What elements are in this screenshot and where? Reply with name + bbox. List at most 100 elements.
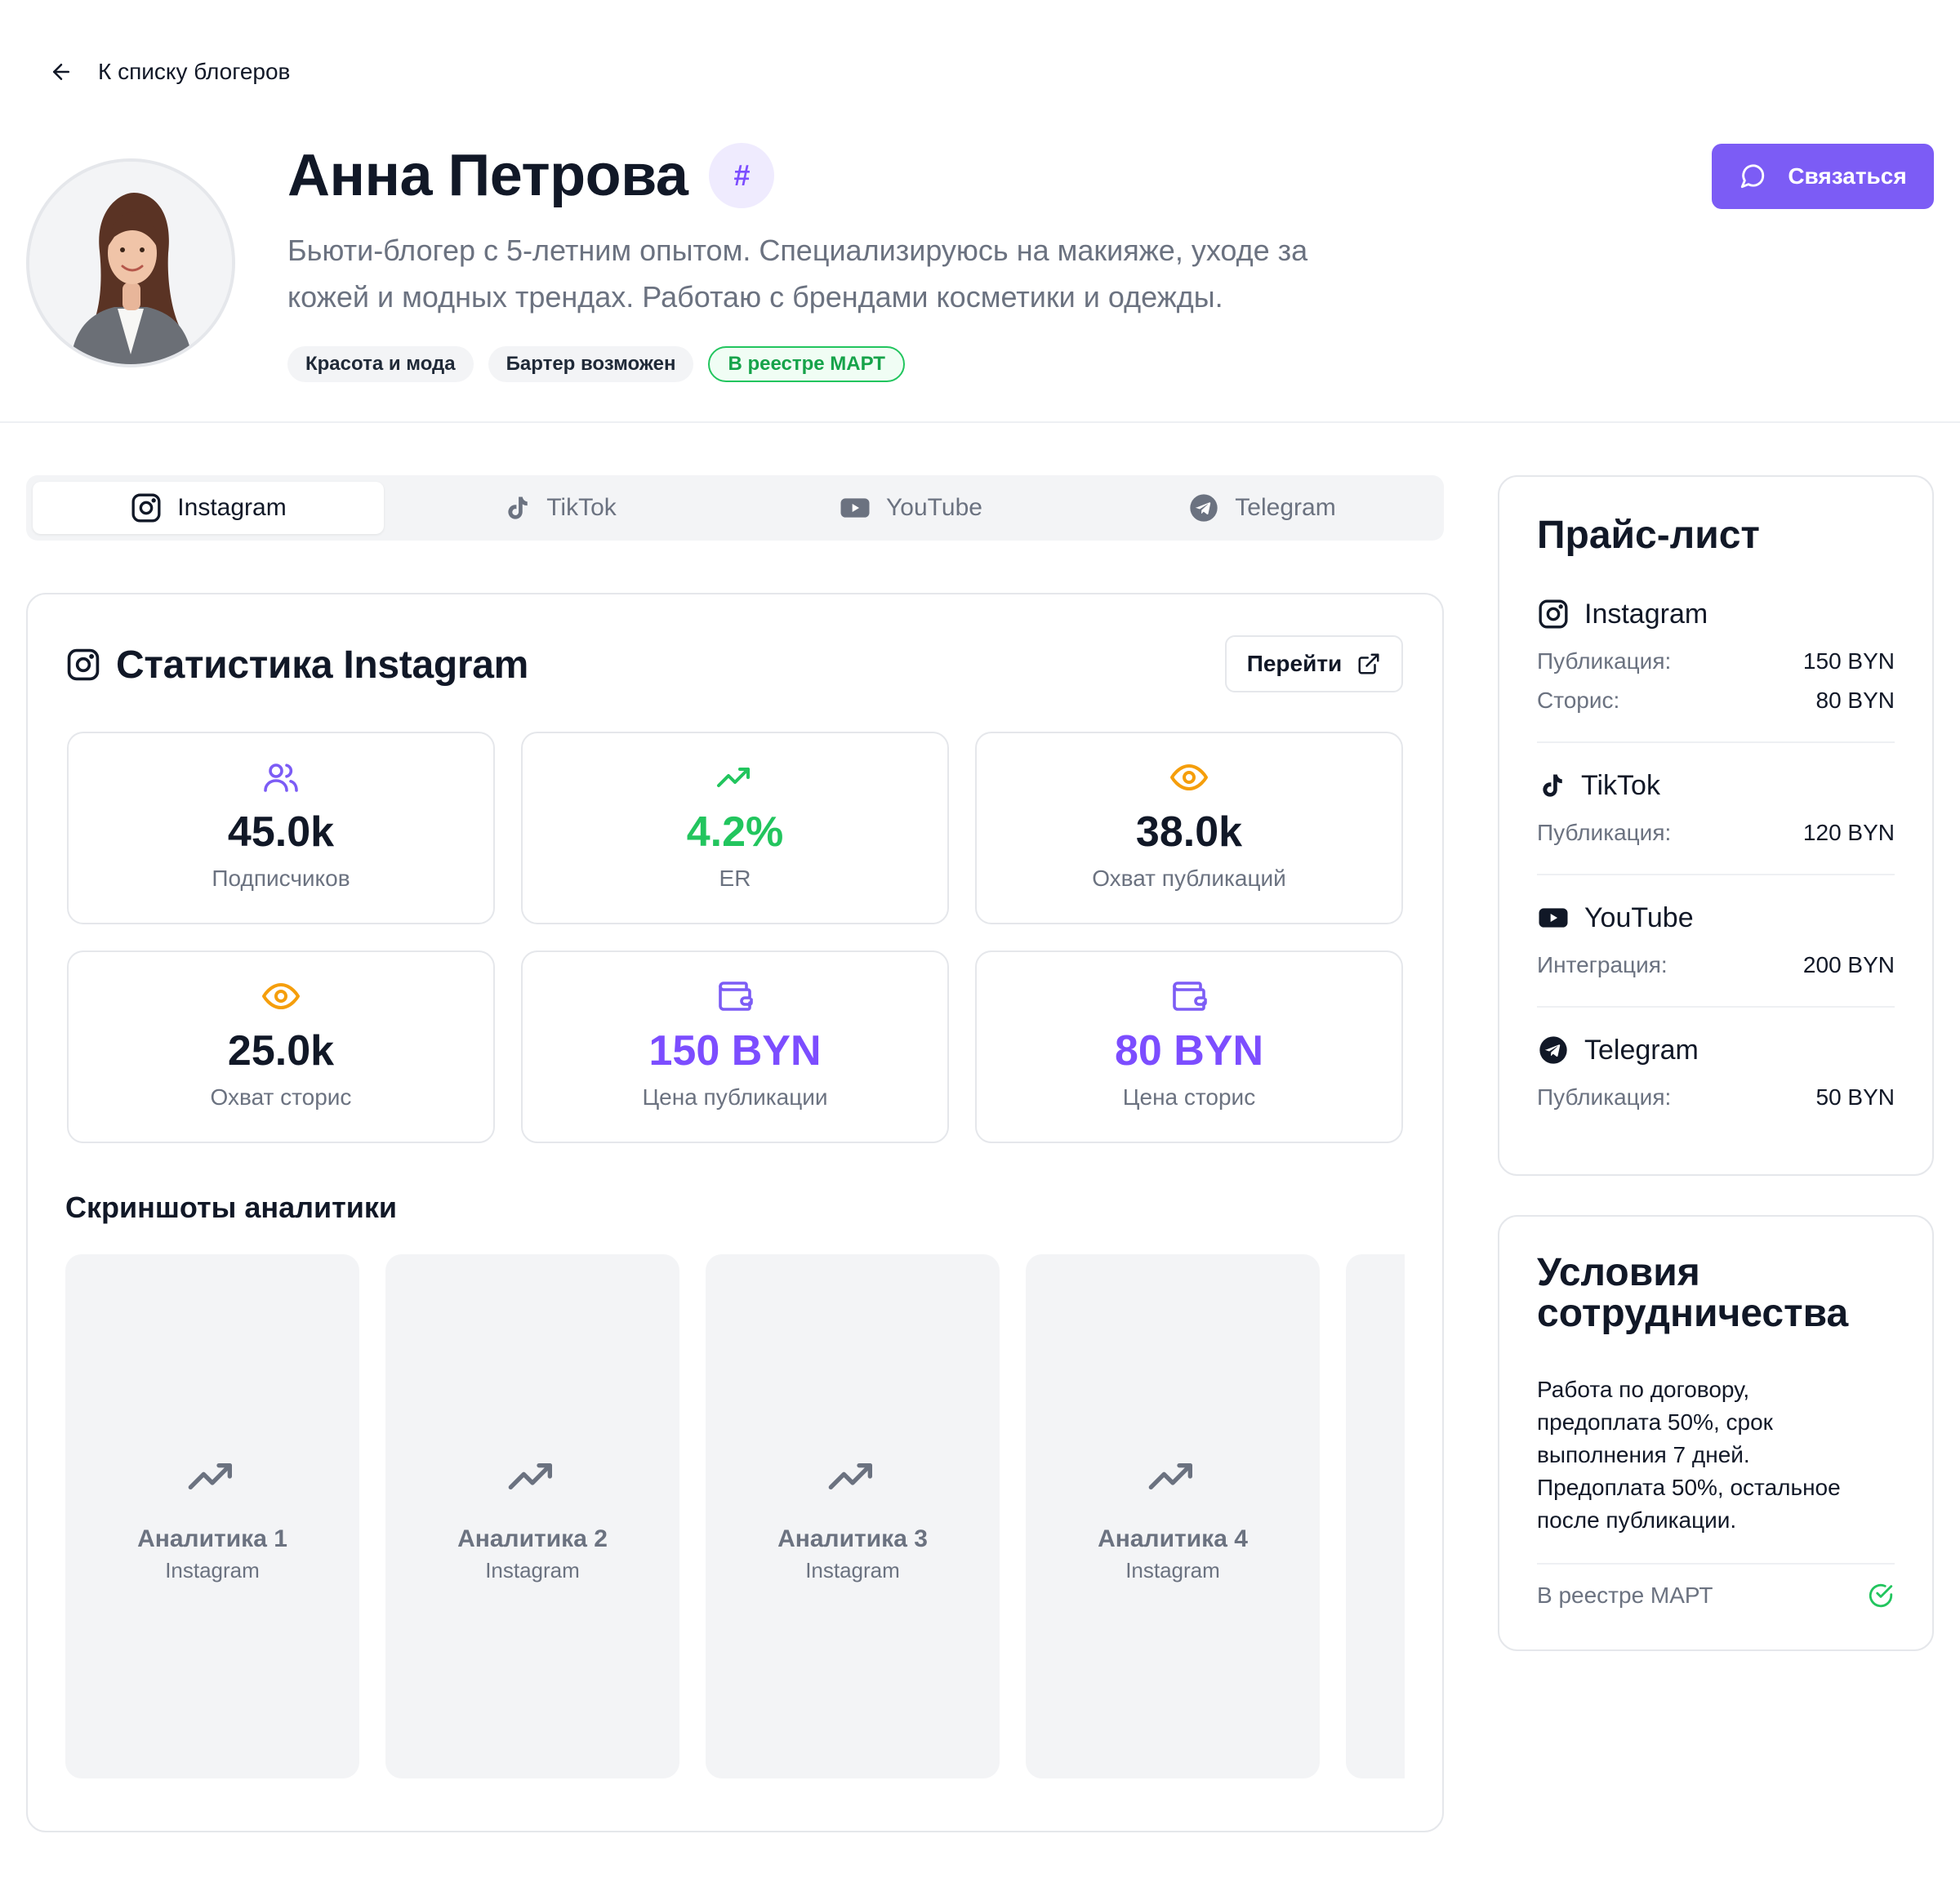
tab-youtube[interactable]: YouTube xyxy=(735,482,1086,534)
bio-line: Бьюти-блогер с 5-летним опытом. Специали… xyxy=(287,234,1308,267)
telegram-icon xyxy=(1537,1034,1570,1066)
metric-label: Цена сторис xyxy=(1122,1084,1256,1110)
bio-line: кожей и модных трендах. Работаю с бренда… xyxy=(287,280,1223,314)
terms-text-line: предоплата 50%, срок xyxy=(1537,1409,1773,1435)
back-link[interactable]: К списку блогеров xyxy=(49,52,290,91)
screenshot-card[interactable]: Аналитика 4 Instagram xyxy=(1026,1254,1320,1778)
platform-tabs: Instagram TikTok YouTube Telegram xyxy=(26,475,1444,541)
metric-post-price: 150 BYN Цена публикации xyxy=(521,950,949,1143)
screenshot-platform: Instagram xyxy=(485,1557,580,1583)
profile-name: Анна Петрова xyxy=(287,143,688,208)
screenshot-title: Аналитика 1 xyxy=(137,1525,287,1552)
trending-up-icon xyxy=(186,1450,238,1502)
terms-text-line: Предоплата 50%, остальное xyxy=(1537,1475,1841,1500)
check-circle-icon xyxy=(1867,1582,1895,1609)
pricelist-title: Прайс-лист xyxy=(1537,514,1760,557)
metric-value: 38.0k xyxy=(1135,808,1243,856)
terms-title-line: сотрудничества xyxy=(1537,1292,1849,1335)
youtube-icon xyxy=(1537,901,1570,934)
price-block-instagram: Instagram Публикация: 150 BYN Сторис: 80… xyxy=(1537,594,1895,743)
price-platform-name: TikTok xyxy=(1581,769,1660,801)
price-item-label: Публикация: xyxy=(1537,820,1672,845)
trending-up-icon xyxy=(506,1450,559,1502)
screenshot-title: Аналитика 3 xyxy=(777,1525,928,1552)
terms-title: Условия сотрудничества xyxy=(1537,1253,1896,1334)
tab-tiktok[interactable]: TikTok xyxy=(384,482,735,534)
price-platform-name: Instagram xyxy=(1584,598,1708,630)
eye-icon xyxy=(1169,758,1209,797)
tab-label: TikTok xyxy=(546,494,617,521)
users-icon xyxy=(261,758,301,797)
tag-category: Красота и мода xyxy=(287,346,474,382)
back-link-label: К списку блогеров xyxy=(98,59,291,84)
trending-up-icon xyxy=(826,1450,879,1502)
tab-label: YouTube xyxy=(886,494,982,521)
screenshot-card[interactable]: Аналитика 3 Instagram xyxy=(706,1254,1000,1778)
metric-value: 25.0k xyxy=(227,1027,335,1075)
external-link-icon xyxy=(1356,652,1381,676)
metric-value: 45.0k xyxy=(227,808,335,856)
profile-bio: Бьюти-блогер с 5-летним опытом. Специали… xyxy=(287,227,1431,320)
youtube-icon xyxy=(839,492,871,524)
price-item-label: Публикация: xyxy=(1537,648,1672,674)
tab-label: Telegram xyxy=(1235,494,1336,521)
profile-tags: Красота и мода Бартер возможен В реестре… xyxy=(287,346,905,382)
tag-barter: Бартер возможен xyxy=(488,346,694,382)
price-item-value: 50 BYN xyxy=(1815,1084,1895,1110)
stats-title: Статистика Instagram xyxy=(116,643,529,687)
trending-up-icon xyxy=(1147,1450,1199,1502)
metric-value: 150 BYN xyxy=(648,1027,822,1075)
divider xyxy=(1537,741,1895,743)
message-circle-icon xyxy=(1739,162,1766,190)
divider xyxy=(1537,1563,1895,1565)
metric-label: Охват публикаций xyxy=(1092,866,1286,891)
metric-value: 4.2% xyxy=(686,808,784,856)
screenshot-title: Аналитика 2 xyxy=(457,1525,608,1552)
tab-instagram[interactable]: Instagram xyxy=(33,482,384,534)
price-block-youtube: YouTube Интеграция: 200 BYN xyxy=(1537,898,1895,1008)
avatar xyxy=(26,158,235,367)
instagram-icon xyxy=(130,492,163,524)
divider xyxy=(1537,874,1895,875)
tiktok-icon xyxy=(502,493,532,523)
price-item-label: Интеграция: xyxy=(1537,952,1668,977)
tiktok-icon xyxy=(1537,771,1566,800)
registry-status: В реестре МАРТ xyxy=(1537,1576,1895,1615)
terms-text-line: Работа по договору, xyxy=(1537,1377,1750,1402)
eye-icon xyxy=(261,977,301,1016)
trending-up-icon xyxy=(715,758,755,797)
tab-telegram[interactable]: Telegram xyxy=(1086,482,1437,534)
screenshot-card-partial[interactable] xyxy=(1346,1254,1405,1778)
metric-followers: 45.0k Подписчиков xyxy=(67,732,495,924)
wallet-icon xyxy=(715,977,755,1016)
price-block-tiktok: TikTok Публикация: 120 BYN xyxy=(1537,766,1895,875)
screenshot-card[interactable]: Аналитика 2 Instagram xyxy=(385,1254,679,1778)
price-item-label: Сторис: xyxy=(1537,688,1620,713)
contact-button[interactable]: Связаться xyxy=(1712,144,1934,209)
header-divider xyxy=(0,421,1960,423)
tag-registry: В реестре МАРТ xyxy=(708,346,905,382)
instagram-icon xyxy=(1537,598,1570,630)
arrow-left-icon xyxy=(49,60,74,84)
screenshot-platform: Instagram xyxy=(805,1557,900,1583)
tab-label: Instagram xyxy=(177,494,287,521)
goto-button[interactable]: Перейти xyxy=(1225,635,1403,692)
divider xyxy=(1537,1006,1895,1008)
screenshots-title: Скриншоты аналитики xyxy=(65,1191,398,1224)
price-item-value: 150 BYN xyxy=(1802,648,1895,674)
stats-header: Статистика Instagram xyxy=(65,639,528,691)
telegram-icon xyxy=(1187,492,1220,524)
metric-stories-price: 80 BYN Цена сторис xyxy=(975,950,1403,1143)
screenshot-card[interactable]: Аналитика 1 Instagram xyxy=(65,1254,359,1778)
terms-text-line: выполнения 7 дней. xyxy=(1537,1442,1750,1467)
goto-button-label: Перейти xyxy=(1246,651,1343,676)
registry-status-label: В реестре МАРТ xyxy=(1537,1583,1713,1608)
metric-value: 80 BYN xyxy=(1114,1027,1264,1075)
metric-label: ER xyxy=(719,866,751,891)
price-item-label: Публикация: xyxy=(1537,1084,1672,1110)
price-item-value: 200 BYN xyxy=(1802,952,1895,977)
screenshots-carousel[interactable]: Аналитика 1 Instagram Аналитика 2 Instag… xyxy=(65,1254,1405,1778)
terms-text-line: после публикации. xyxy=(1537,1507,1737,1533)
metric-er: 4.2% ER xyxy=(521,732,949,924)
metric-label: Цена публикации xyxy=(642,1084,828,1110)
